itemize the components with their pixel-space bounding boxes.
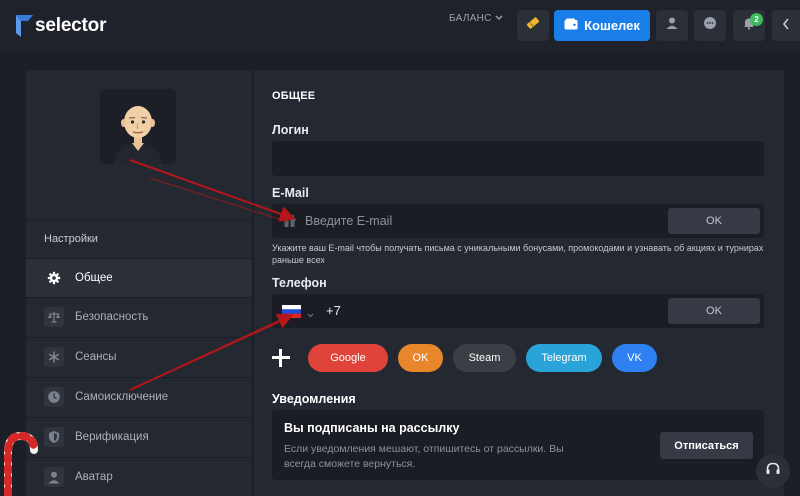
sidebar-item-label: Безопасность [75,311,149,323]
sidebar-item-self-exclusion[interactable]: Самоисключение [26,377,252,416]
notifications-title: Уведомления [272,392,356,406]
profile-button[interactable] [656,10,688,41]
ticket-icon [525,15,541,36]
balance-dropdown[interactable]: БАЛАНС [449,13,503,24]
support-chat-button[interactable] [756,454,790,488]
clock-icon [44,387,64,407]
sidebar-item-label: Аватар [75,471,113,483]
chat-icon [703,16,717,35]
collapse-button[interactable] [772,10,800,41]
russia-flag-icon [282,305,301,323]
section-title: ОБЩЕЕ [272,90,316,102]
notification-badge: 2 [750,13,763,26]
user-icon [665,16,679,35]
vk-button[interactable]: VK [612,344,657,372]
ticket-button[interactable] [517,10,549,41]
chevron-down-icon [307,305,314,323]
sidebar-item-general[interactable]: Общее [26,258,252,297]
wallet-icon [564,18,578,33]
login-field[interactable] [272,141,764,176]
country-select[interactable] [282,305,314,323]
avatar[interactable] [100,89,176,164]
phone-ok-button[interactable]: OK [668,298,760,324]
logo-text: selector [35,15,107,36]
general-settings-panel: ОБЩЕЕ Логин E-Mail Введите E-mail OK Ука… [254,70,784,496]
phone-prefix: +7 [326,303,341,318]
wallet-label: Кошелек [584,18,640,33]
plus-icon [272,349,290,367]
asterisk-icon [44,347,64,367]
steam-button[interactable]: Steam [453,344,516,372]
google-button[interactable]: Google [308,344,388,372]
candy-cane-decoration [0,428,40,496]
sidebar: Настройки Общее Безопасность Сеансы Само… [26,70,252,496]
sidebar-item-verification[interactable]: Верификация [26,417,252,456]
gear-icon [44,268,64,288]
sidebar-item-avatar[interactable]: Аватар [26,457,252,496]
chevron-down-icon [495,13,503,24]
newsletter-heading: Вы подписаны на рассылку [284,421,460,435]
phone-field[interactable]: +7 OK [272,294,764,328]
sidebar-item-sessions[interactable]: Сеансы [26,337,252,376]
social-links: Google OK Steam Telegram VK [272,344,667,372]
notifications-button[interactable]: 2 [733,10,765,41]
shield-icon [44,427,64,447]
email-placeholder: Введите E-mail [305,214,393,228]
sidebar-item-security[interactable]: Безопасность [26,297,252,336]
header: selector БАЛАНС Кошелек 2 [0,0,800,52]
phone-label: Телефон [272,276,327,290]
unsubscribe-button[interactable]: Отписаться [660,432,753,459]
chevron-left-icon [782,17,790,35]
telegram-button[interactable]: Telegram [526,344,602,372]
logo[interactable]: selector [14,12,106,40]
sidebar-item-label: Самоисключение [75,391,169,403]
scales-icon [44,307,64,327]
chat-button[interactable] [694,10,726,41]
sidebar-item-label: Верификация [75,431,149,443]
newsletter-text: Если уведомления мешают, отпишитесь от р… [284,443,564,470]
logo-mark-icon [14,13,34,39]
sidebar-divider [26,220,252,221]
newsletter-card: Вы подписаны на рассылку Если уведомлени… [272,410,764,480]
email-label: E-Mail [272,186,309,200]
email-ok-button[interactable]: OK [668,208,760,234]
wallet-button[interactable]: Кошелек [554,10,650,41]
sidebar-item-label: Сеансы [75,351,117,363]
balance-label: БАЛАНС [449,13,492,24]
email-field[interactable]: Введите E-mail OK [272,204,764,238]
user-icon [44,467,64,487]
settings-section-label: Настройки [44,233,98,245]
email-hint: Укажите ваш E-mail чтобы получать письма… [272,243,764,265]
headset-icon [765,461,781,482]
sidebar-item-label: Общее [75,272,113,284]
ok-social-button[interactable]: OK [398,344,443,372]
login-label: Логин [272,123,309,137]
gift-icon [282,213,297,233]
